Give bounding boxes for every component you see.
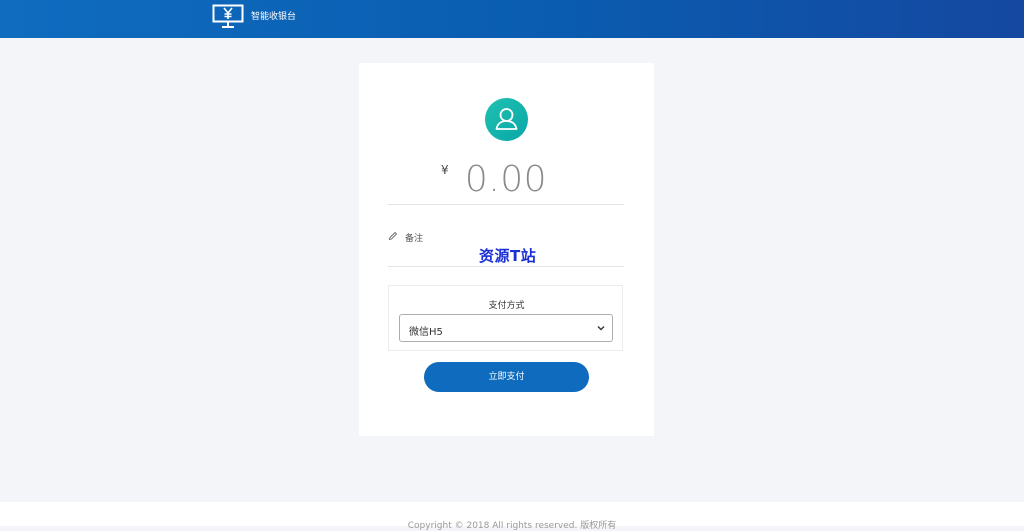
- amount-value[interactable]: 0.00: [388, 159, 624, 200]
- pencil-icon: [388, 231, 398, 241]
- top-bar: 智能收银台: [0, 0, 1024, 38]
- payment-method-label: 支付方式: [488, 301, 525, 311]
- app-title: 智能收银台: [251, 12, 297, 22]
- remark-label: 备注: [405, 234, 424, 244]
- amount-field[interactable]: ¥ 0.00: [388, 157, 624, 205]
- chevron-down-icon: [597, 326, 605, 331]
- avatar: [485, 98, 528, 141]
- payment-method-select[interactable]: 微信H5: [399, 314, 613, 342]
- footer: Copyright © 2018 All rights reserved. 版权…: [0, 502, 1024, 531]
- pay-now-button[interactable]: 立即支付: [424, 362, 589, 392]
- cashier-monitor-icon: [212, 4, 244, 28]
- payment-card: ¥ 0.00 备注 资源T站 支付方式 微信H5 立即支付: [359, 63, 654, 436]
- remark-field[interactable]: 备注 资源T站: [388, 228, 624, 267]
- payment-method-value: 微信H5: [409, 327, 443, 338]
- user-icon: [495, 108, 518, 130]
- brand: 智能收银台: [212, 4, 296, 30]
- watermark-text: 资源T站: [479, 247, 537, 265]
- payment-method-section: 支付方式 微信H5: [388, 285, 623, 351]
- copyright-text: Copyright © 2018 All rights reserved. 版权…: [407, 521, 617, 531]
